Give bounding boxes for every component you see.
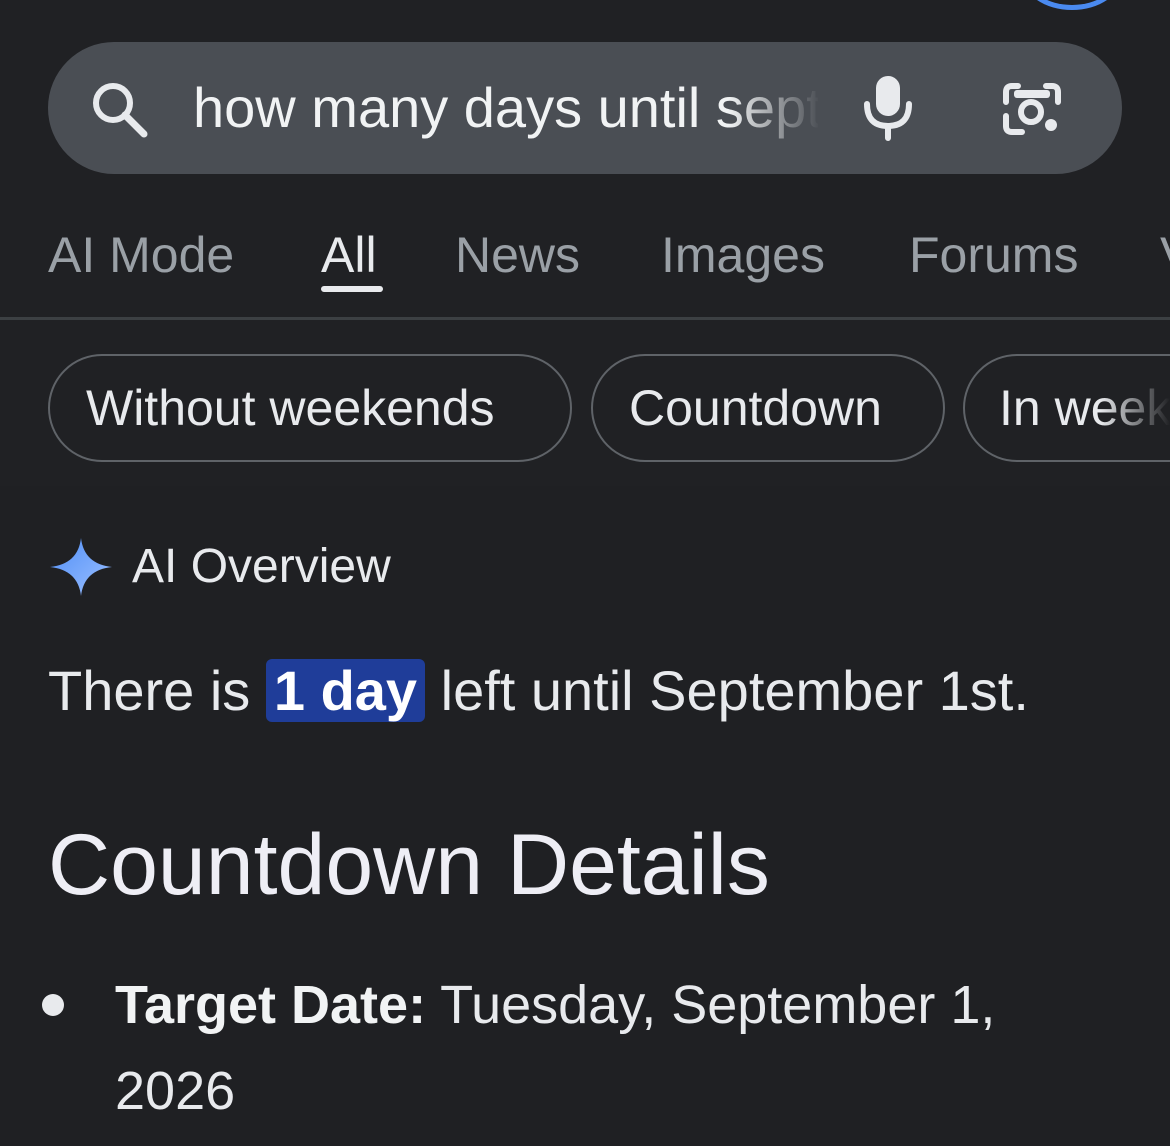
section-title: Countdown Details (48, 817, 770, 913)
search-input[interactable]: how many days until september 1st (193, 68, 818, 148)
tab-ai-mode[interactable]: AI Mode (48, 220, 234, 290)
bullet-icon (42, 994, 64, 1016)
chips-fade (1100, 356, 1170, 460)
tabs-divider (0, 317, 1170, 320)
list-item: Target Date: Tuesday, September 1, 2026 (115, 962, 1115, 1134)
chip-without-weekends[interactable]: Without weekends (48, 354, 572, 462)
tab-news[interactable]: News (455, 220, 580, 290)
search-text-fade (728, 68, 820, 148)
chip-countdown[interactable]: Countdown (591, 354, 945, 462)
answer-suffix: left until September 1st. (425, 659, 1029, 722)
active-tab-indicator (321, 286, 383, 292)
answer-prefix: There is (48, 659, 266, 722)
google-lens-icon[interactable] (1000, 80, 1064, 138)
microphone-icon[interactable] (858, 70, 918, 142)
tab-images[interactable]: Images (661, 220, 825, 290)
search-tabs: AI Mode All News Images Forums Videos (0, 210, 1170, 320)
sparkle-icon (50, 538, 112, 596)
bullet-label: Target Date: (115, 975, 427, 1035)
tab-videos[interactable]: Videos (1160, 220, 1170, 290)
search-icon[interactable] (88, 78, 150, 140)
tab-all[interactable]: All (321, 220, 377, 290)
ai-answer: There is 1 day left until September 1st. (48, 648, 1148, 734)
answer-highlight: 1 day (265, 659, 426, 722)
ai-overview-title: AI Overview (132, 540, 391, 593)
tab-forums[interactable]: Forums (909, 220, 1078, 290)
